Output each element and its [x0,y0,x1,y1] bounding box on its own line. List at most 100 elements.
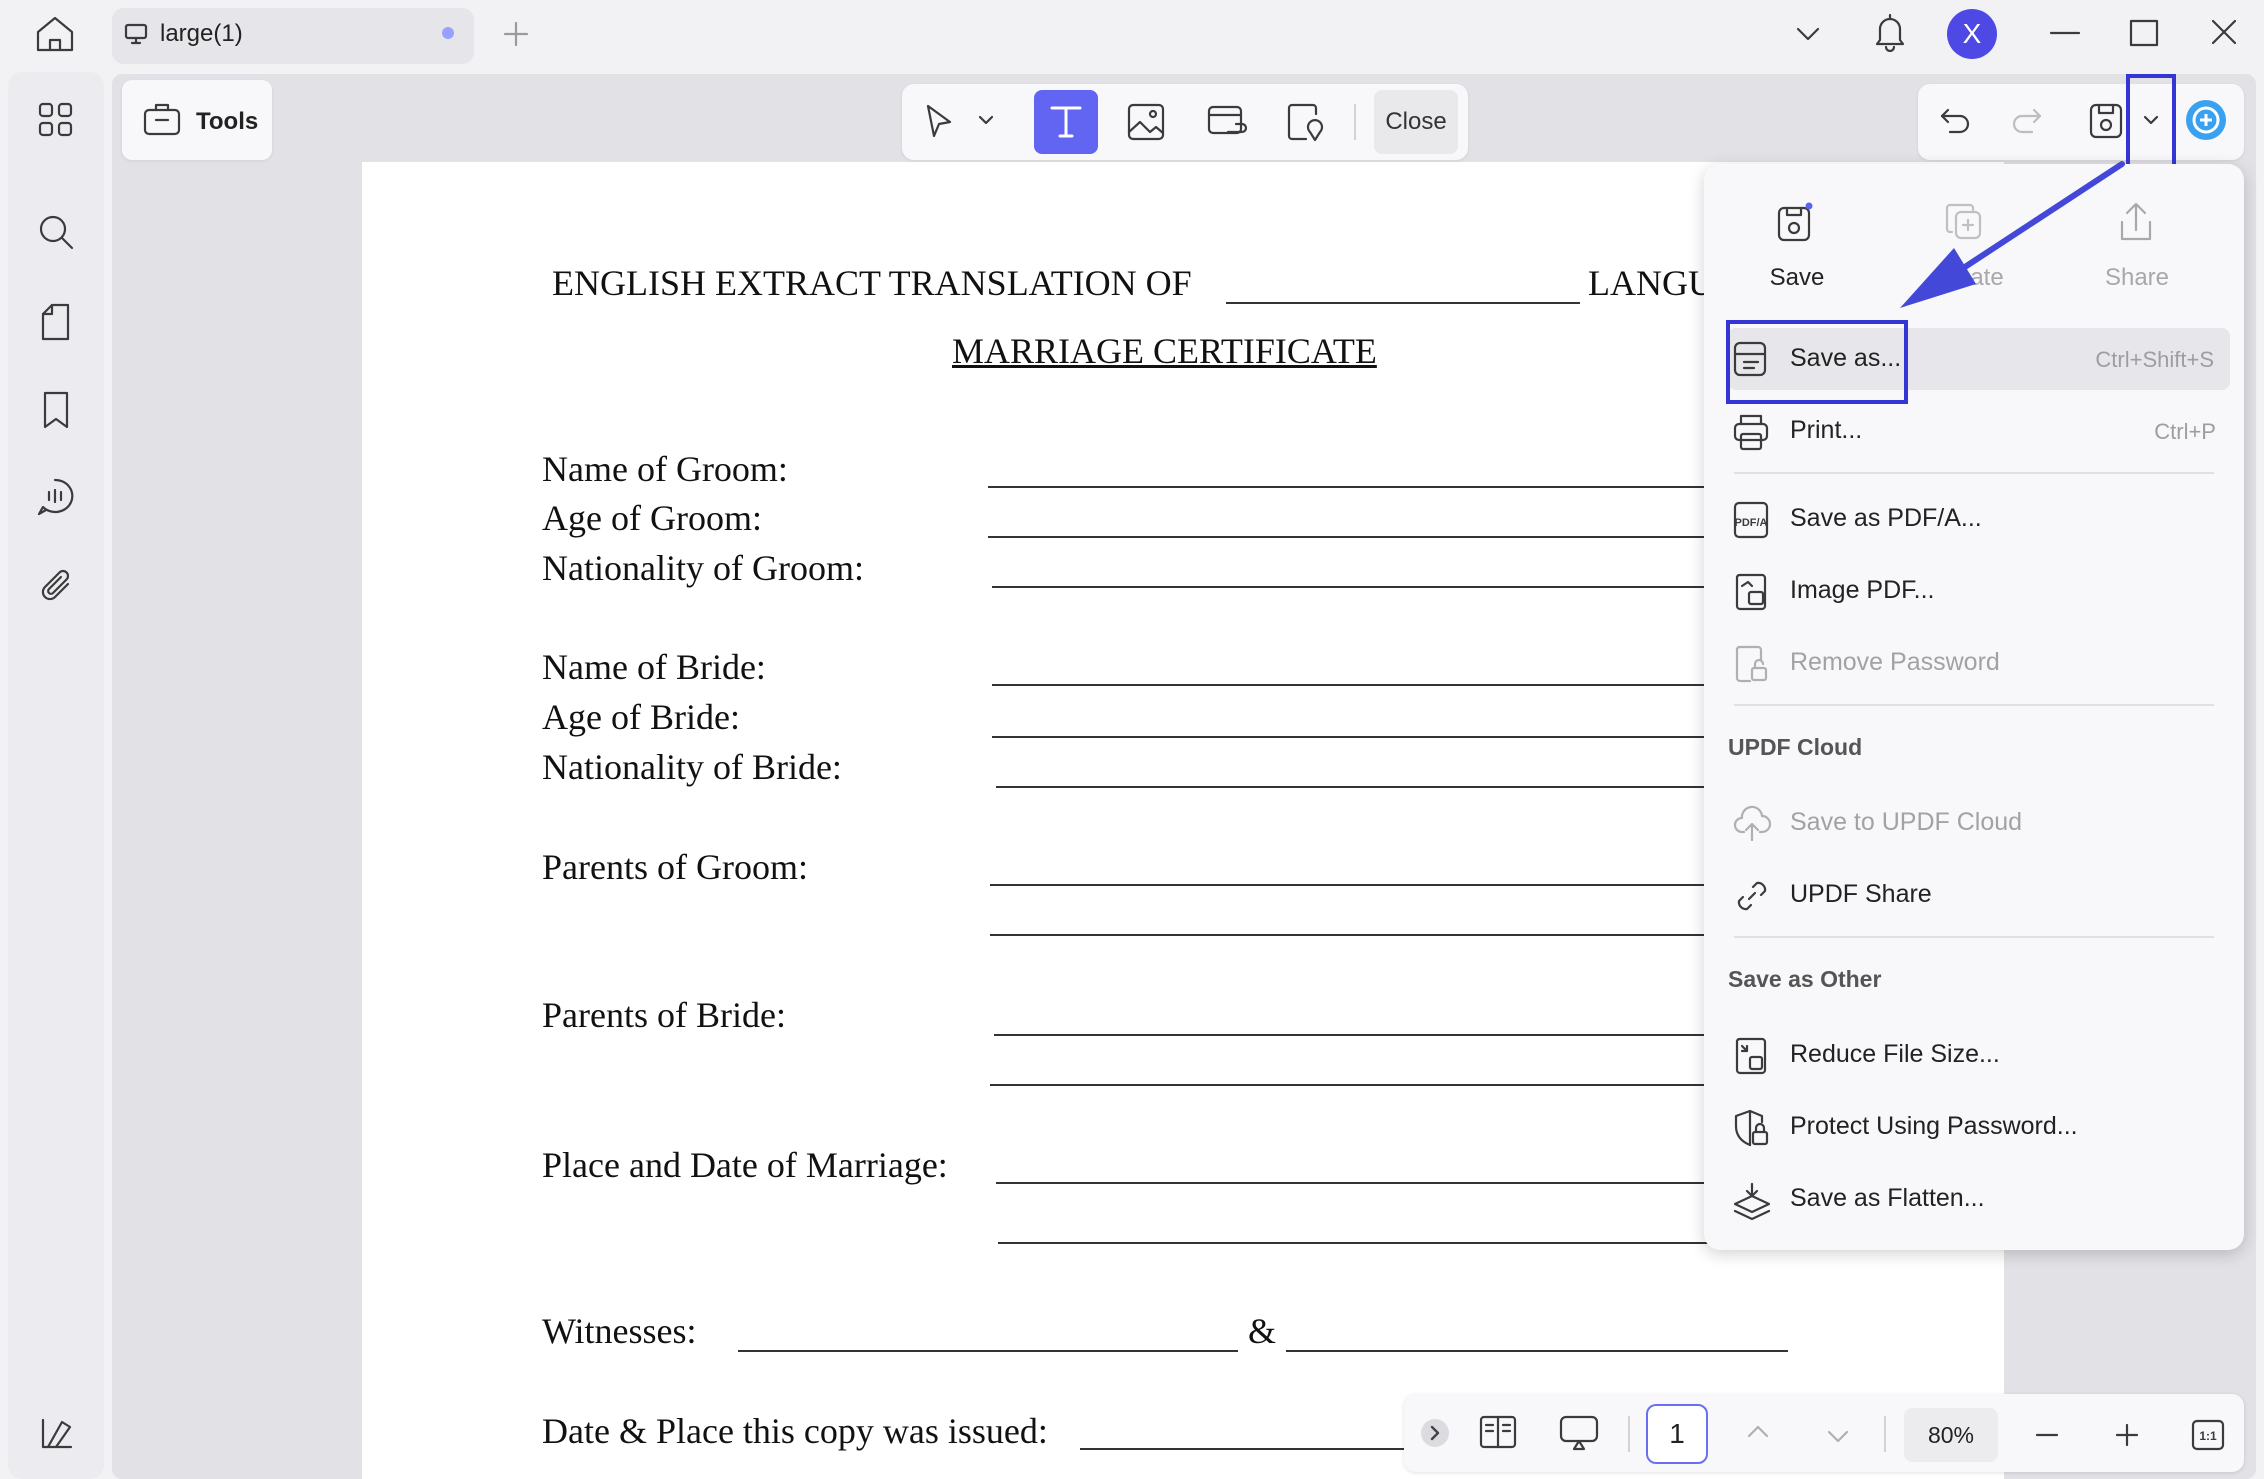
zoom-in-icon[interactable] [2112,1420,2142,1450]
chevron-down-icon[interactable] [1794,22,1822,46]
menu-item-remove-password: Remove Password [1704,632,2244,694]
menu-item-save-to-cloud: Save to UPDF Cloud [1704,792,2244,854]
save-as-shortcut: Ctrl+Shift+S [2095,347,2214,372]
section-header-other: Save as Other [1728,966,1882,992]
menu-divider [1734,704,2214,706]
blank-line [1080,1448,1404,1450]
field-label: Age of Bride: [542,697,740,737]
blank-line [990,1084,1708,1086]
page-icon[interactable] [38,302,74,342]
maximize-icon[interactable] [2128,18,2160,48]
save-to-cloud-label: Save to UPDF Cloud [1790,808,2023,836]
field-label: Name of Groom: [542,449,788,489]
select-cursor-icon[interactable] [922,102,956,142]
close-edit-button[interactable]: Close [1374,90,1458,154]
menu-divider [1734,472,2214,474]
comment-icon[interactable] [34,476,76,518]
field-label: Date & Place this copy was issued: [542,1411,1048,1451]
doc-title: ENGLISH EXTRACT TRANSLATION OF [552,263,1192,303]
reduce-size-icon [1732,1036,1770,1076]
save-as-highlight [1726,320,1908,404]
save-disk-icon[interactable] [2088,102,2124,140]
section-header-cloud: UPDF Cloud [1728,734,1863,760]
menu-item-save-flatten[interactable]: Save as Flatten... [1704,1168,2244,1230]
tools-label: Tools [196,108,259,135]
expand-nav-icon[interactable] [1420,1418,1450,1448]
monitor-icon [124,22,148,46]
bell-icon[interactable] [1872,12,1908,52]
unsaved-dot [442,27,454,39]
nav-divider [1884,1416,1886,1452]
svg-text:PDF/A: PDF/A [1735,517,1768,529]
remove-password-label: Remove Password [1790,648,2000,676]
menu-item-reduce-size[interactable]: Reduce File Size... [1704,1024,2244,1086]
new-tab-icon[interactable] [502,20,530,48]
page-number-input[interactable]: 1 [1646,1404,1708,1464]
doc-title-right: LANGU [1588,263,1714,303]
ampersand: & [1248,1311,1277,1351]
ai-assistant-icon[interactable] [2184,98,2228,142]
printer-icon [1732,412,1770,452]
chevron-up-icon[interactable] [1744,1420,1772,1444]
field-label: Name of Bride: [542,647,766,687]
menu-item-updf-share[interactable]: UPDF Share [1704,864,2244,926]
protect-password-label: Protect Using Password... [1790,1112,2078,1140]
flatten-layers-icon [1732,1180,1772,1220]
stamp-tool-icon[interactable] [1286,102,1326,142]
chevron-down-icon[interactable] [1824,1424,1852,1448]
link-tool-icon[interactable] [1206,102,1248,142]
menu-item-print[interactable]: Print... Ctrl+P [1704,400,2244,462]
undo-icon[interactable] [1938,104,1974,136]
blank-line [990,884,1708,886]
blank-line [992,736,1708,738]
field-label: Nationality of Groom: [542,548,864,588]
blank-line [738,1350,1238,1352]
avatar[interactable]: X [1947,9,1997,59]
layers-icon[interactable] [38,1414,76,1452]
home-icon[interactable] [34,14,76,54]
bookmark-icon[interactable] [40,390,72,430]
tab-title: large(1) [160,20,243,47]
blank-line [988,536,1708,538]
zoom-level[interactable]: 80% [1904,1408,1998,1462]
print-shortcut: Ctrl+P [2154,419,2216,444]
blank-line [992,684,1708,686]
zoom-out-icon[interactable] [2032,1420,2062,1450]
menu-item-save-pdfa[interactable]: PDF/A Save as PDF/A... [1704,488,2244,550]
cloud-upload-icon [1732,804,1772,844]
presentation-icon[interactable] [1558,1414,1600,1452]
save-top-label[interactable]: Save [1732,264,1862,292]
blank-line [1226,302,1580,304]
blank-line [992,586,1708,588]
blank-line [1286,1350,1788,1352]
apps-grid-icon[interactable] [36,100,76,140]
menu-divider [1734,936,2214,938]
shield-lock-icon [1732,1108,1772,1148]
image-pdf-label: Image PDF... [1790,576,1935,604]
blank-line [988,486,1708,488]
blank-line [996,786,1708,788]
chevron-down-icon[interactable] [976,112,996,128]
two-page-view-icon[interactable] [1478,1414,1518,1450]
pdfa-icon: PDF/A [1732,500,1770,540]
image-pdf-icon [1732,572,1770,612]
toolbar-divider [1354,104,1356,140]
nav-divider [1628,1416,1630,1452]
redo-icon[interactable] [2008,104,2044,136]
reduce-size-label: Reduce File Size... [1790,1040,2000,1068]
actual-size-icon[interactable]: 1:1 [2190,1418,2226,1452]
menu-item-image-pdf[interactable]: Image PDF... [1704,560,2244,622]
attachment-icon[interactable] [38,566,76,606]
field-label: Age of Groom: [542,498,762,538]
remove-password-icon [1732,644,1770,684]
chevron-down-icon[interactable] [2140,112,2162,128]
search-icon[interactable] [36,212,76,252]
blank-line [990,934,1708,936]
toolbox-icon [142,100,182,138]
image-tool-icon[interactable] [1126,102,1166,142]
close-window-icon[interactable] [2208,16,2240,48]
minimize-icon[interactable] [2048,18,2082,48]
menu-item-protect-password[interactable]: Protect Using Password... [1704,1096,2244,1158]
field-label: Parents of Groom: [542,847,808,887]
save-top-icon[interactable] [1776,200,1814,244]
